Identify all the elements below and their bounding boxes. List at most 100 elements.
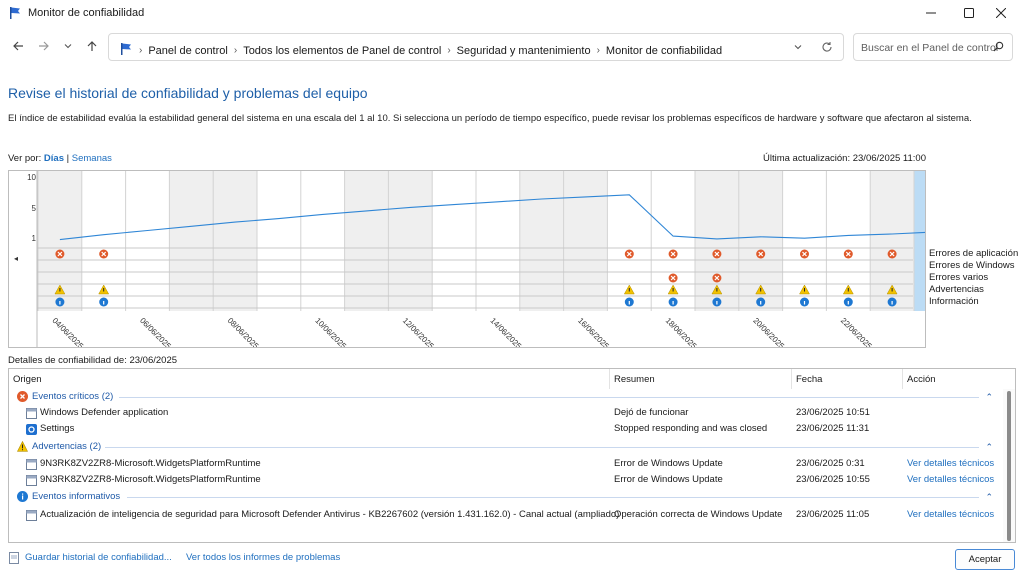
save-history-link[interactable]: Guardar historial de confiabilidad... xyxy=(25,552,172,563)
search-input[interactable]: Buscar en el Panel de control xyxy=(853,33,1013,61)
row-origin: 9N3RK8ZV2ZR8-Microsoft.WidgetsPlatformRu… xyxy=(40,458,261,469)
day-column xyxy=(519,171,564,311)
breadcrumb-all-items[interactable]: Todos los elementos de Panel de control xyxy=(243,45,441,57)
column-header-date[interactable]: Fecha xyxy=(792,369,903,389)
address-field[interactable]: › Panel de control › Todos los elementos… xyxy=(108,33,844,61)
x-tick-label: 10/06/2025 xyxy=(313,316,348,347)
row-label-misc-errors: Errores varios xyxy=(929,272,989,283)
day-column xyxy=(914,171,958,311)
row-date: 23/06/2025 11:31 xyxy=(796,423,870,434)
row-date: 23/06/2025 11:05 xyxy=(796,509,870,520)
up-button[interactable] xyxy=(84,38,100,54)
control-panel-flag-icon xyxy=(119,42,133,59)
breadcrumb-security[interactable]: Seguridad y mantenimiento xyxy=(457,45,591,57)
view-days-link[interactable]: Días xyxy=(44,153,64,164)
title-bar: Monitor de confiabilidad xyxy=(0,0,1024,26)
row-summary: Error de Windows Update xyxy=(614,458,723,469)
day-column xyxy=(344,171,389,311)
group-label: Advertencias (2) xyxy=(32,441,102,452)
scrollbar-thumb[interactable] xyxy=(1007,391,1011,541)
row-summary: Operación correcta de Windows Update xyxy=(614,509,783,520)
back-button[interactable] xyxy=(10,38,26,54)
reliability-chart[interactable]: 10 5 1 ◂ 04/06/2025 06/06/2025 08/06/2025 10/06… xyxy=(8,170,958,351)
collapse-caret-icon[interactable]: ⌃ xyxy=(985,492,993,503)
save-document-icon xyxy=(9,552,20,567)
x-tick-label: 14/06/2025 xyxy=(488,316,523,347)
collapse-caret-icon[interactable]: ⌃ xyxy=(985,442,993,453)
group-informational-events[interactable]: Eventos informativos xyxy=(17,491,120,502)
table-row[interactable]: 9N3RK8ZV2ZR8-Microsoft.WidgetsPlatformRu… xyxy=(9,472,999,488)
group-label: Eventos informativos xyxy=(32,491,121,502)
view-technical-details-link[interactable]: Ver detalles técnicos xyxy=(907,509,994,520)
x-tick-label: 12/06/2025 xyxy=(401,316,436,347)
row-label-windows-errors: Errores de Windows xyxy=(929,260,1015,271)
table-row[interactable]: Actualización de inteligencia de segurid… xyxy=(9,507,999,523)
table-row[interactable]: Settings Stopped responding and was clos… xyxy=(9,421,999,437)
row-summary: Error de Windows Update xyxy=(614,474,723,485)
row-origin: Actualización de inteligencia de segurid… xyxy=(40,509,620,520)
row-origin: 9N3RK8ZV2ZR8-Microsoft.WidgetsPlatformRu… xyxy=(40,474,261,485)
ok-button[interactable]: Aceptar xyxy=(955,549,1015,570)
address-bar-area: › Panel de control › Todos los elementos… xyxy=(0,30,1024,62)
last-update-text: Última actualización: 23/06/2025 11:00 xyxy=(762,153,926,164)
scroll-left-arrow-icon: ◂ xyxy=(14,254,18,263)
search-placeholder: Buscar en el Panel de control xyxy=(861,42,999,54)
day-column xyxy=(213,171,257,311)
breadcrumb-reliability[interactable]: Monitor de confiabilidad xyxy=(606,45,722,57)
day-column xyxy=(257,171,301,311)
table-scrollbar[interactable] xyxy=(1003,389,1015,542)
chart-row-labels: Errores de aplicación Errores de Windows… xyxy=(929,248,1018,308)
day-column xyxy=(432,171,476,311)
app-icon xyxy=(26,459,37,473)
table-row[interactable]: 9N3RK8ZV2ZR8-Microsoft.WidgetsPlatformRu… xyxy=(9,456,999,472)
view-technical-details-link[interactable]: Ver detalles técnicos xyxy=(907,458,994,469)
row-summary: Dejó de funcionar xyxy=(614,407,689,418)
app-icon xyxy=(26,510,37,524)
day-column xyxy=(169,171,214,311)
refresh-icon[interactable] xyxy=(821,41,833,56)
row-summary: Stopped responding and was closed xyxy=(614,423,768,434)
collapse-caret-icon[interactable]: ⌃ xyxy=(985,392,993,403)
forward-button[interactable] xyxy=(36,38,52,54)
row-date: 23/06/2025 0:31 xyxy=(796,458,865,469)
group-warnings[interactable]: Advertencias (2) xyxy=(17,441,101,452)
group-critical-events[interactable]: Eventos críticos (2) xyxy=(17,391,113,402)
chevron-right-icon: › xyxy=(233,45,238,56)
breadcrumb-control-panel[interactable]: Panel de control xyxy=(148,45,228,57)
day-column xyxy=(476,171,520,311)
chevron-right-icon: › xyxy=(139,45,143,56)
day-column xyxy=(125,171,170,311)
warning-icon xyxy=(17,441,28,452)
y-tick-label: 5 xyxy=(32,204,37,213)
sort-indicator-icon: ˆ xyxy=(844,368,847,375)
y-tick-label: 1 xyxy=(32,234,37,243)
x-tick-label: 04/06/2025 xyxy=(50,316,85,347)
app-icon xyxy=(26,475,37,489)
column-header-summary[interactable]: Resumen xyxy=(610,369,792,389)
x-tick-label: 16/06/2025 xyxy=(576,316,611,347)
group-divider xyxy=(119,397,979,398)
x-tick-label: 08/06/2025 xyxy=(226,316,261,347)
day-column xyxy=(563,171,608,311)
address-dropdown-icon[interactable] xyxy=(793,42,803,55)
column-header-action[interactable]: Acción xyxy=(903,369,999,389)
column-header-origin[interactable]: Origen xyxy=(9,369,610,389)
view-weeks-link[interactable]: Semanas xyxy=(72,153,112,164)
group-label: Eventos críticos (2) xyxy=(32,391,114,402)
page-description: El índice de estabilidad evalúa la estab… xyxy=(8,113,972,124)
recent-locations-button[interactable] xyxy=(60,38,76,54)
table-row[interactable]: Windows Defender application Dejó de fun… xyxy=(9,405,999,421)
app-icon xyxy=(26,408,37,422)
footer: Guardar historial de confiabilidad... Ve… xyxy=(0,545,1024,577)
view-all-reports-link[interactable]: Ver todos los informes de problemas xyxy=(186,552,340,563)
stability-chart-svg[interactable]: 10 5 1 ◂ 04/06/2025 06/06/2025 08/06/2025 10/06… xyxy=(9,171,958,351)
row-date: 23/06/2025 10:55 xyxy=(796,474,870,485)
details-label: Detalles de confiabilidad de: 23/06/2025 xyxy=(8,355,178,366)
day-column xyxy=(300,171,345,311)
close-button[interactable] xyxy=(978,0,1024,26)
x-tick-label: 20/06/2025 xyxy=(751,316,786,347)
search-icon[interactable] xyxy=(993,41,1004,55)
x-tick-label: 06/06/2025 xyxy=(138,316,173,347)
view-technical-details-link[interactable]: Ver detalles técnicos xyxy=(907,474,994,485)
row-label-warnings: Advertencias xyxy=(929,284,984,295)
